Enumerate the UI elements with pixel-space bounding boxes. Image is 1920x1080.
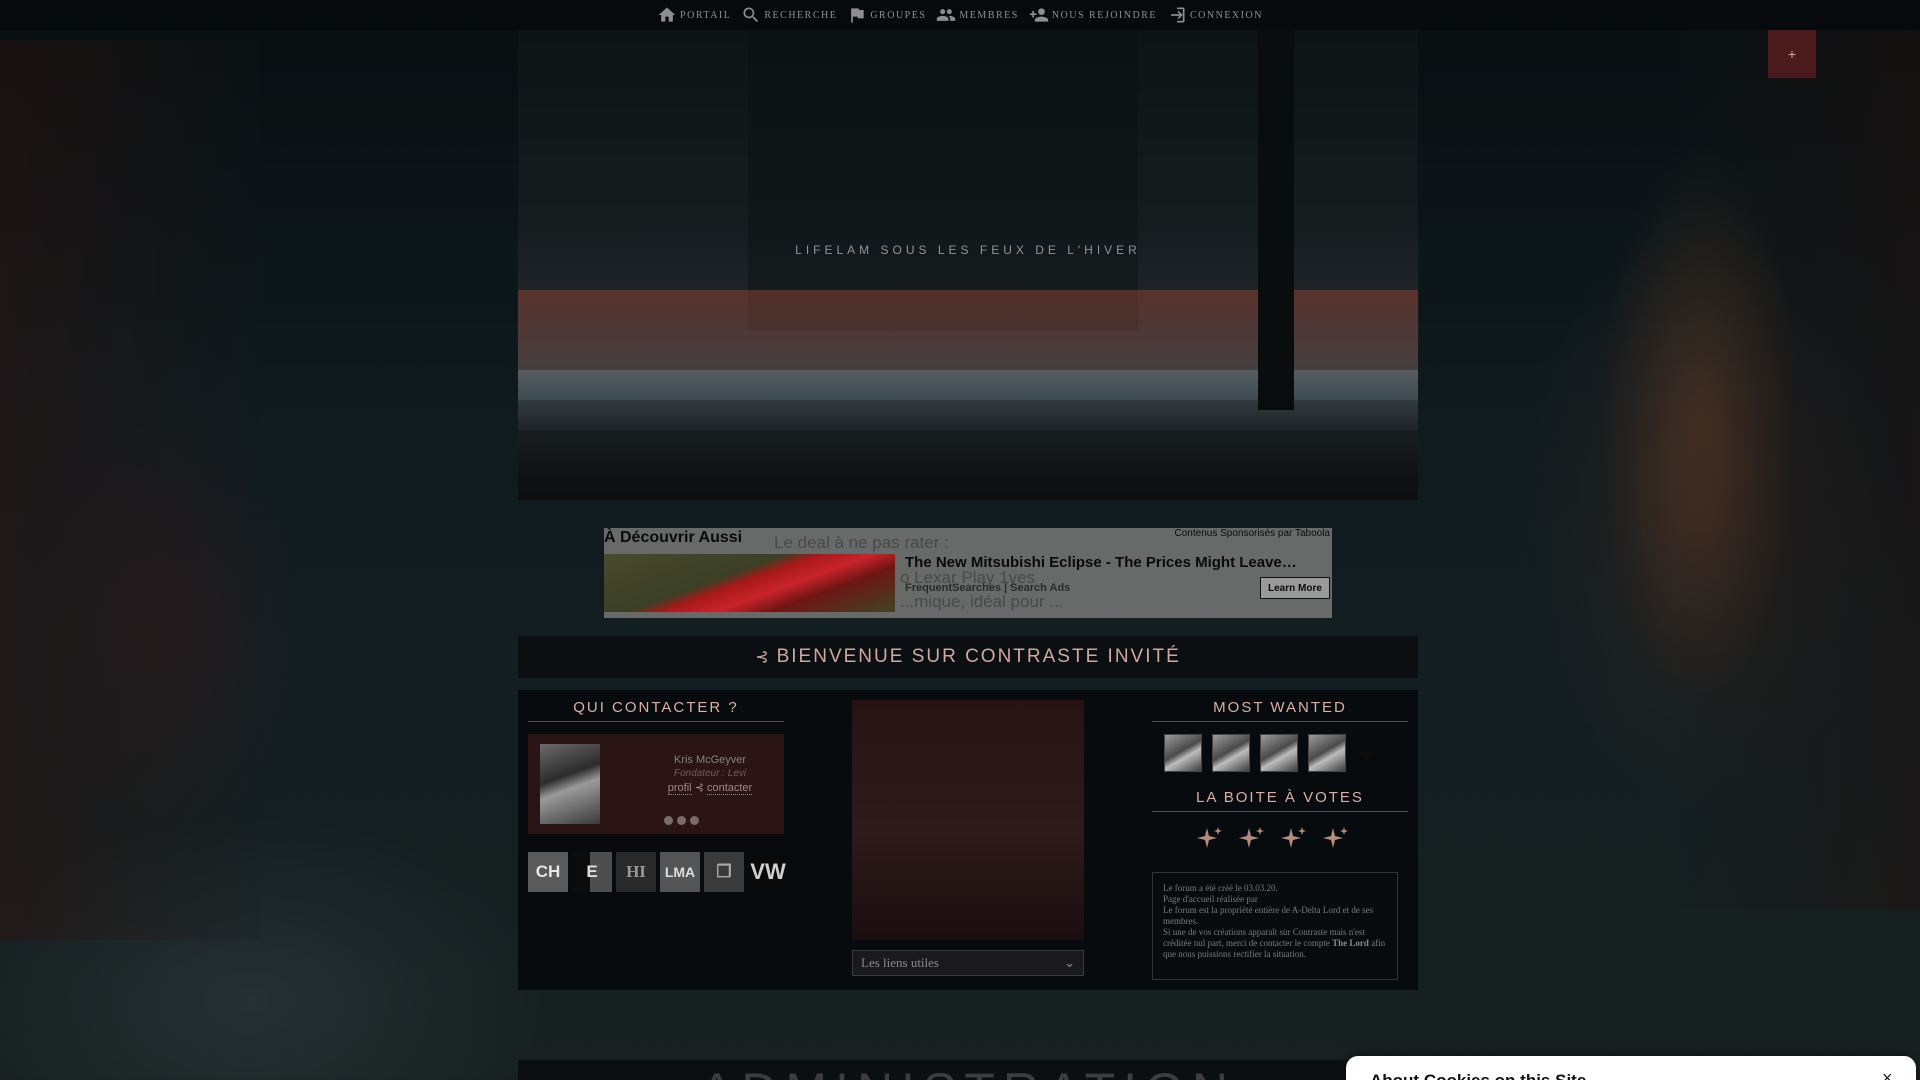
banner-title: LIFELAM SOUS LES FEUX DE L'HIVER [795, 243, 1141, 257]
flag-icon [847, 5, 867, 25]
carousel-dots [664, 816, 699, 825]
chevron-down-icon: ⌄ [1064, 955, 1075, 970]
nav-label: MEMBRES [959, 9, 1019, 21]
profile-link[interactable]: profil [667, 782, 692, 795]
add-wanted-button[interactable]: + [1356, 733, 1379, 773]
sparkle-icon[interactable] [1320, 824, 1350, 854]
search-icon [741, 5, 761, 25]
welcome-bar: ⊰ BIENVENUE SUR CONTRASTE INVITÉ [518, 636, 1418, 678]
partner-button[interactable]: ❒ [704, 852, 744, 892]
nav-label: GROUPES [870, 9, 927, 21]
nav-label: CONNEXION [1189, 9, 1263, 21]
staff-role: Fondateur : Levi [673, 768, 747, 779]
nav-label: PORTAIL [680, 9, 732, 21]
partner-button[interactable]: LMA [660, 852, 700, 892]
votes-title: LA BOITE À VOTES [1196, 789, 1364, 806]
avatar [540, 744, 600, 824]
cookie-title: About Cookies on this Site [1370, 1071, 1586, 1080]
ad-car-image[interactable] [604, 554, 895, 612]
staff-links: profil ⊰ contacter [640, 781, 780, 795]
ad-title-link[interactable]: The New Mitsubishi Eclipse - The Prices … [905, 554, 1297, 571]
ad-sponsor-label[interactable]: Contenus Sponsorisés par Taboola [1175, 528, 1330, 539]
contact-link[interactable]: contacter [706, 782, 753, 795]
contact-section-title: QUI CONTACTER ? [573, 699, 739, 716]
nav-groupes[interactable]: GROUPES [847, 5, 926, 25]
nav-connexion[interactable]: CONNEXION [1167, 5, 1263, 25]
link-separator: ⊰ [694, 782, 704, 794]
partner-button[interactable]: VW [748, 852, 788, 892]
most-wanted-list: + [1164, 733, 1379, 773]
credits-owner: The Lord [1332, 938, 1369, 948]
home-icon [657, 5, 677, 25]
credits-line: Le forum est la propriété entière de A-D… [1163, 905, 1374, 926]
wanted-thumbnail[interactable] [1260, 734, 1298, 772]
wanted-thumbnail[interactable] [1308, 734, 1346, 772]
ad-ghost-text: Le deal à ne pas rater : [774, 533, 949, 552]
header-banner: LIFELAM SOUS LES FEUX DE L'HIVER [518, 30, 1418, 500]
banner-building [748, 30, 1138, 330]
partner-button[interactable]: HI [616, 852, 656, 892]
users-icon [936, 5, 956, 25]
sponsored-ad[interactable]: Le deal à ne pas rater : o Lexar Play 1y… [604, 528, 1332, 618]
background-building-left [0, 40, 260, 940]
sparkle-icon[interactable] [1194, 824, 1224, 854]
partner-button[interactable]: CH [528, 852, 568, 892]
carousel-dot[interactable] [664, 816, 673, 825]
content-panel: QUI CONTACTER ? Kris McGeyver Fondateur … [518, 690, 1418, 990]
staff-card: Kris McGeyver Fondateur : Levi profil ⊰ … [528, 734, 784, 834]
nav-portail[interactable]: PORTAIL [657, 5, 731, 25]
credits-line: Si une de vos créations apparaît sur Con… [1163, 927, 1386, 959]
carousel-dot[interactable] [690, 816, 699, 825]
welcome-title: BIENVENUE SUR CONTRASTE INVITÉ [776, 646, 1181, 667]
person-add-icon [1029, 5, 1049, 25]
useful-links-select[interactable]: Les liens utiles ⌄ [852, 950, 1084, 976]
admin-title: ADMINISTRATION [518, 1062, 1418, 1080]
divider [528, 721, 784, 722]
credits-box: Le forum a été créé le 03.03.20. Page d'… [1152, 872, 1398, 980]
vote-buttons [1194, 824, 1350, 854]
ad-source: FrequentSearches | Search Ads [905, 582, 1071, 594]
admin-section-header: ADMINISTRATION [518, 1060, 1418, 1080]
corner-plus-button[interactable]: + [1768, 30, 1816, 78]
divider [1152, 811, 1408, 812]
carousel-dot[interactable] [677, 816, 686, 825]
nav-recherche[interactable]: RECHERCHE [741, 5, 837, 25]
wanted-thumbnail[interactable] [1212, 734, 1250, 772]
nav-nous-rejoindre[interactable]: NOUS REJOINDRE [1029, 5, 1157, 25]
sparkle-icon[interactable] [1236, 824, 1266, 854]
divider [1152, 721, 1408, 722]
ad-heading: À Découvrir Aussi [604, 529, 743, 546]
login-icon [1167, 5, 1187, 25]
close-icon[interactable]: × [1882, 1068, 1893, 1080]
learn-more-button[interactable]: Learn More [1260, 577, 1330, 599]
staff-name: Kris McGeyver [673, 754, 747, 766]
sparkle-icon[interactable] [1278, 824, 1308, 854]
center-feature-image [852, 700, 1084, 940]
nav-membres[interactable]: MEMBRES [936, 5, 1018, 25]
credits-line: Le forum a été créé le 03.03.20. [1163, 883, 1278, 893]
banner-pillar [1258, 30, 1294, 410]
select-value: Les liens utiles [861, 955, 939, 970]
nav-label: RECHERCHE [764, 9, 838, 21]
background-christmas-tree [1600, 140, 1800, 700]
cookie-banner: About Cookies on this Site × [1346, 1056, 1916, 1080]
partner-buttons: CH E HI LMA ❒ VW [528, 852, 788, 892]
ad-ghost-text: ...mique, idéal pour ... [900, 592, 1064, 611]
partner-button[interactable]: E [572, 852, 612, 892]
top-nav: PORTAIL RECHERCHE GROUPES MEMBRES NOUS R… [0, 0, 1920, 30]
wanted-thumbnail[interactable] [1164, 734, 1202, 772]
nav-label: NOUS REJOINDRE [1051, 9, 1157, 21]
welcome-separator-icon: ⊰ [755, 649, 769, 666]
most-wanted-title: MOST WANTED [1213, 699, 1347, 716]
credits-line: Page d'accueil réalisée par [1163, 894, 1258, 904]
